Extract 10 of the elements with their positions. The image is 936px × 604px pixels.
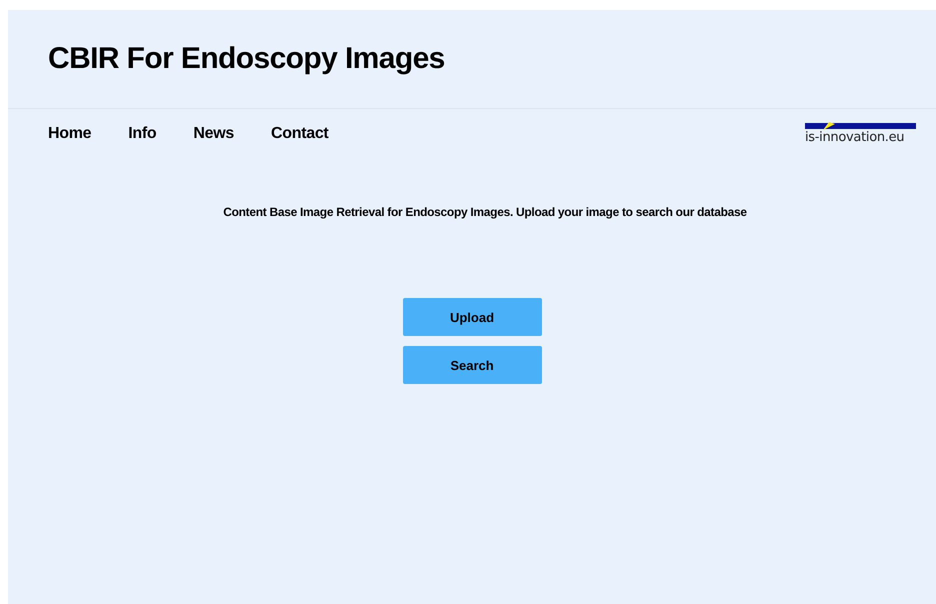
nav-link[interactable]: Home <box>48 124 92 142</box>
action-button[interactable]: Search <box>402 346 542 384</box>
intro-text: Content Base Image Retrieval for Endoscopy Images. Upload your image to search our database <box>222 205 748 219</box>
nav-link[interactable]: News <box>193 124 234 142</box>
action-button[interactable]: Upload <box>402 298 542 336</box>
site-title: CBIR For Endoscopy Images <box>48 42 445 76</box>
nav-link[interactable]: Contact <box>271 124 328 142</box>
flag-stripe-icon <box>805 122 916 130</box>
nav-link[interactable]: Info <box>128 124 156 142</box>
logo-link[interactable]: is-innovation.eu <box>805 122 916 145</box>
